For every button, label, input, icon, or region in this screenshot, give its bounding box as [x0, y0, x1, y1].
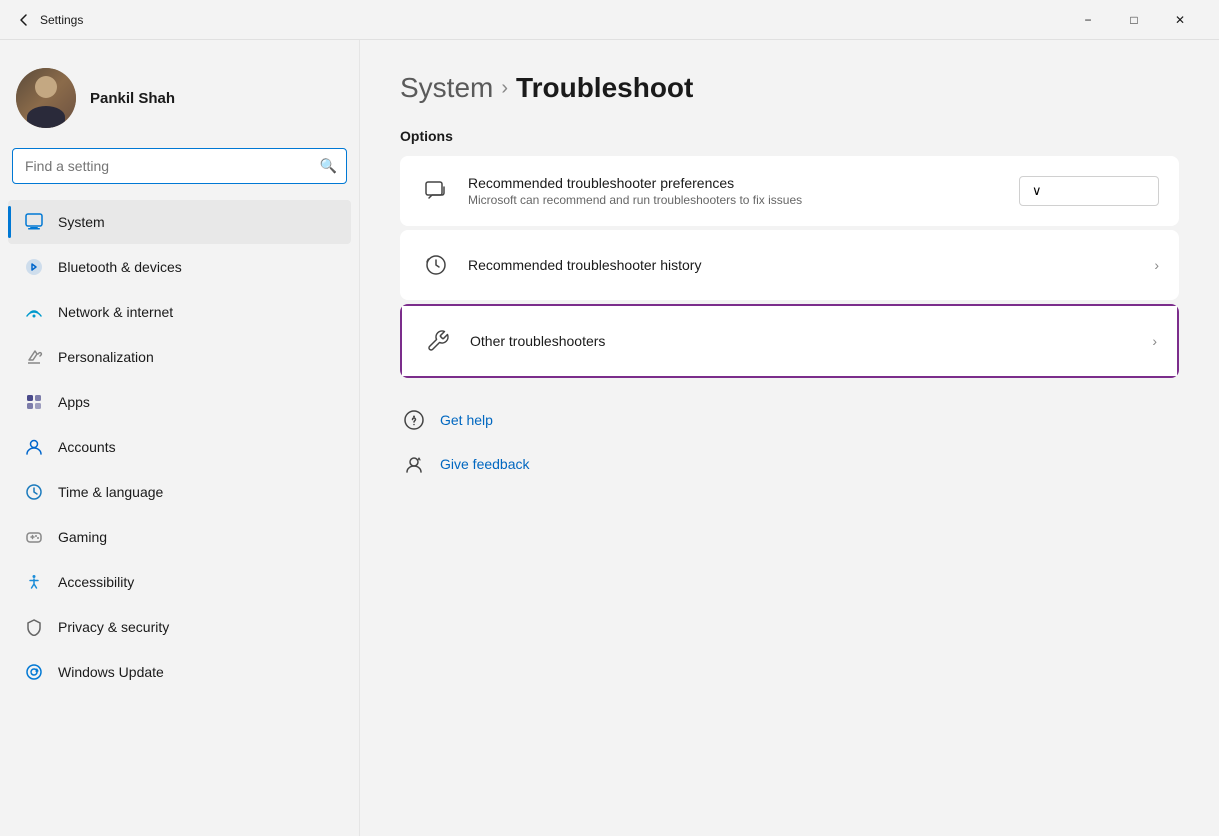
give-feedback-label: Give feedback [440, 456, 530, 472]
system-icon [24, 212, 44, 232]
card-action-history: › [1154, 257, 1159, 273]
privacy-icon [24, 617, 44, 637]
sidebar-label-personalization: Personalization [58, 349, 154, 365]
card-text-recommended-history: Recommended troubleshooter history [468, 257, 1138, 273]
sidebar-item-bluetooth[interactable]: Bluetooth & devices [8, 245, 351, 289]
card-other-troubleshooters: Other troubleshooters › [400, 304, 1179, 378]
card-text-recommended-prefs: Recommended troubleshooter preferences M… [468, 175, 1003, 207]
sidebar-item-accessibility[interactable]: Accessibility [8, 560, 351, 604]
accessibility-icon [24, 572, 44, 592]
sidebar-item-apps[interactable]: Apps [8, 380, 351, 424]
breadcrumb-parent[interactable]: System [400, 72, 493, 104]
links-section: Get help Give feedback [400, 402, 1179, 482]
sidebar-item-system[interactable]: System [8, 200, 351, 244]
time-icon [24, 482, 44, 502]
titlebar: Settings − □ ✕ [0, 0, 1219, 40]
sidebar-item-personalization[interactable]: Personalization [8, 335, 351, 379]
card-item-other-troubleshooters[interactable]: Other troubleshooters › [402, 306, 1177, 376]
main-content: System › Troubleshoot Options Recommende… [360, 40, 1219, 836]
sidebar-label-accessibility: Accessibility [58, 574, 134, 590]
network-icon [24, 302, 44, 322]
sidebar-item-accounts[interactable]: Accounts [8, 425, 351, 469]
sidebar-item-network[interactable]: Network & internet [8, 290, 351, 334]
section-title: Options [400, 128, 1179, 144]
sidebar-label-apps: Apps [58, 394, 90, 410]
card-text-other-troubleshooters: Other troubleshooters [470, 333, 1136, 349]
breadcrumb-separator: › [501, 77, 508, 100]
card-title-other-troubleshooters: Other troubleshooters [470, 333, 1136, 349]
back-icon[interactable] [16, 12, 32, 28]
card-action-other: › [1152, 333, 1157, 349]
sidebar-item-update[interactable]: Windows Update [8, 650, 351, 694]
get-help-link[interactable]: Get help [400, 402, 1179, 438]
search-box: 🔍 [12, 148, 347, 184]
recommended-prefs-dropdown[interactable]: ∨ [1019, 176, 1159, 206]
sidebar-label-accounts: Accounts [58, 439, 116, 455]
sidebar-item-privacy[interactable]: Privacy & security [8, 605, 351, 649]
personalization-icon [24, 347, 44, 367]
card-subtitle-recommended-prefs: Microsoft can recommend and run troubles… [468, 193, 1003, 207]
card-recommended-prefs: Recommended troubleshooter preferences M… [400, 156, 1179, 226]
get-help-label: Get help [440, 412, 493, 428]
sidebar-label-update: Windows Update [58, 664, 164, 680]
card-action-recommended-prefs: ∨ [1019, 176, 1159, 206]
breadcrumb: System › Troubleshoot [400, 72, 1179, 104]
gaming-icon [24, 527, 44, 547]
titlebar-controls: − □ ✕ [1065, 0, 1203, 40]
sidebar: Pankil Shah 🔍 System [0, 40, 360, 836]
titlebar-title: Settings [40, 13, 83, 27]
sidebar-label-network: Network & internet [58, 304, 173, 320]
arrow-icon-other: › [1152, 333, 1157, 349]
card-title-recommended-prefs: Recommended troubleshooter preferences [468, 175, 1003, 191]
update-icon [24, 662, 44, 682]
sidebar-label-time: Time & language [58, 484, 163, 500]
maximize-button[interactable]: □ [1111, 0, 1157, 40]
chevron-down-icon: ∨ [1032, 183, 1042, 199]
nav-list: System Bluetooth & devices [0, 200, 359, 694]
search-icon: 🔍 [320, 158, 337, 175]
user-name: Pankil Shah [90, 90, 175, 107]
history-icon [420, 249, 452, 281]
card-item-recommended-prefs[interactable]: Recommended troubleshooter preferences M… [400, 156, 1179, 226]
sidebar-item-gaming[interactable]: Gaming [8, 515, 351, 559]
sidebar-label-privacy: Privacy & security [58, 619, 169, 635]
card-recommended-history: Recommended troubleshooter history › [400, 230, 1179, 300]
feedback-icon [400, 450, 428, 478]
page-title: Troubleshoot [516, 72, 693, 104]
sidebar-label-system: System [58, 214, 105, 230]
card-title-recommended-history: Recommended troubleshooter history [468, 257, 1138, 273]
minimize-button[interactable]: − [1065, 0, 1111, 40]
app-body: Pankil Shah 🔍 System [0, 40, 1219, 836]
chat-icon [420, 175, 452, 207]
help-icon [400, 406, 428, 434]
wrench-icon [422, 325, 454, 357]
sidebar-label-bluetooth: Bluetooth & devices [58, 259, 182, 275]
give-feedback-link[interactable]: Give feedback [400, 446, 1179, 482]
apps-icon [24, 392, 44, 412]
bluetooth-icon [24, 257, 44, 277]
card-item-recommended-history[interactable]: Recommended troubleshooter history › [400, 230, 1179, 300]
arrow-icon-history: › [1154, 257, 1159, 273]
avatar [16, 68, 76, 128]
sidebar-label-gaming: Gaming [58, 529, 107, 545]
user-profile[interactable]: Pankil Shah [0, 56, 359, 148]
sidebar-item-time[interactable]: Time & language [8, 470, 351, 514]
close-button[interactable]: ✕ [1157, 0, 1203, 40]
accounts-icon [24, 437, 44, 457]
search-input[interactable] [12, 148, 347, 184]
